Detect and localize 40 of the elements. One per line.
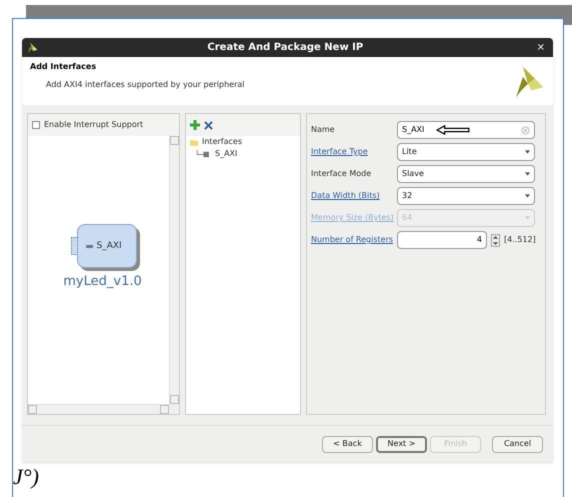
- ip-name: myLed_v1.0: [63, 273, 142, 292]
- arrow-icon: [436, 125, 470, 135]
- interface-connector-icon: [196, 150, 211, 158]
- field-label: Interface Mode: [311, 169, 372, 178]
- wizard-button[interactable]: Next >: [376, 436, 427, 452]
- caret-icon: [525, 172, 530, 176]
- name-field[interactable]: S_AXI: [397, 121, 535, 139]
- dropdown[interactable]: Slave: [397, 165, 535, 183]
- page-subtitle: Add AXI4 interfaces supported by your peripheral: [46, 79, 246, 91]
- logo-icon: [26, 42, 38, 54]
- port-pin: [86, 244, 92, 248]
- field-link[interactable]: Interface Type: [311, 147, 368, 156]
- caret-icon: [525, 150, 530, 154]
- number-field[interactable]: 4: [397, 231, 487, 249]
- window-title: Create And Package New IP: [206, 41, 364, 55]
- caret-icon: [525, 194, 530, 198]
- wizard-button[interactable]: < Back: [322, 436, 373, 452]
- port-label: S_AXI: [96, 240, 122, 252]
- spinner-icon[interactable]: [491, 234, 500, 246]
- clear-icon[interactable]: [521, 126, 530, 134]
- page-title: Add Interfaces: [30, 61, 98, 73]
- vertical-scrollbar[interactable]: [169, 136, 179, 404]
- checkbox[interactable]: [32, 121, 40, 129]
- wizard-button[interactable]: Cancel: [492, 436, 543, 452]
- caption: J°): [13, 466, 40, 488]
- field-link[interactable]: Data Width (Bits): [311, 191, 380, 200]
- horizontal-scrollbar[interactable]: [28, 404, 169, 414]
- dropdown[interactable]: Lite: [397, 143, 535, 161]
- tree-item[interactable]: S_AXI: [215, 148, 238, 160]
- field-link[interactable]: Number of Registers: [311, 235, 394, 244]
- range-label: [4..512]: [504, 234, 536, 246]
- caret-icon: [525, 216, 530, 220]
- dropdown[interactable]: 32: [397, 187, 535, 205]
- field-value: S_AXI: [402, 124, 424, 136]
- add-icon[interactable]: [190, 120, 200, 130]
- delete-icon[interactable]: [204, 120, 213, 130]
- field-label: Name: [311, 125, 335, 134]
- tree-item[interactable]: Interfaces: [202, 136, 242, 148]
- close-button[interactable]: ×: [532, 40, 549, 55]
- checkbox-label: Enable Interrupt Support: [44, 119, 144, 131]
